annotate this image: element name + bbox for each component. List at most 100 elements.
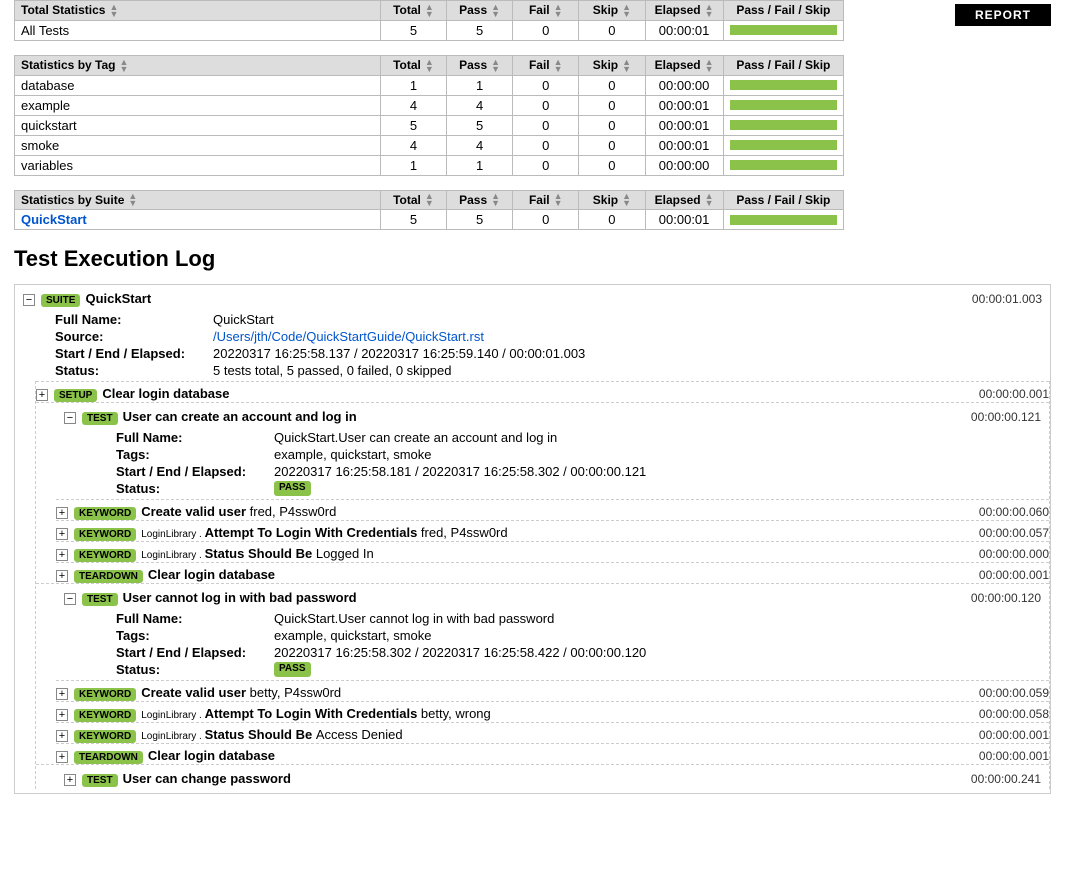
pass-bar — [730, 140, 837, 150]
keyword-time: 00:00:00.057 — [969, 526, 1049, 540]
meta-label: Full Name: — [116, 611, 274, 626]
col-pfs: Pass / Fail / Skip — [723, 1, 843, 21]
col-total[interactable]: Total▲▼ — [380, 190, 446, 210]
col-elapsed[interactable]: Elapsed▲▼ — [645, 190, 723, 210]
meta-label: Start / End / Elapsed: — [116, 464, 274, 479]
pass-bar — [730, 100, 837, 110]
expand-icon[interactable]: + — [56, 730, 68, 742]
source-link[interactable]: /Users/jth/Code/QuickStartGuide/QuickSta… — [213, 329, 484, 344]
test-badge: TEST — [82, 412, 118, 425]
keyword-name[interactable]: LoginLibrary . Attempt To Login With Cre… — [141, 706, 491, 721]
keyword-name[interactable]: LoginLibrary . Status Should Be Access D… — [141, 727, 402, 742]
pass-bar — [730, 120, 837, 130]
cell-graph — [723, 115, 843, 135]
cell-pass: 4 — [447, 95, 513, 115]
pass-bar — [730, 80, 837, 90]
keyword-badge: KEYWORD — [74, 507, 136, 520]
meta-value: example, quickstart, smoke — [274, 628, 432, 643]
total-statistics-table: Total Statistics▲▼ Total▲▼ Pass▲▼ Fail▲▼… — [14, 0, 844, 41]
keyword-time: 00:00:00.001 — [969, 728, 1049, 742]
col-skip[interactable]: Skip▲▼ — [579, 55, 645, 75]
setup-badge: SETUP — [54, 389, 97, 402]
collapse-icon[interactable]: − — [23, 294, 35, 306]
col-fail[interactable]: Fail▲▼ — [513, 55, 579, 75]
pass-bar — [730, 25, 837, 35]
suite-row: − SUITE QuickStart 00:00:01.003 — [15, 289, 1050, 309]
keyword-badge: KEYWORD — [74, 688, 136, 701]
sort-icon: ▲▼ — [554, 4, 563, 18]
col-label[interactable]: Total Statistics▲▼ — [15, 1, 381, 21]
cell-skip: 0 — [579, 20, 645, 40]
cell-fail: 0 — [513, 135, 579, 155]
toggle-icon[interactable]: − — [64, 412, 76, 424]
keyword-name[interactable]: Create valid user betty, P4ssw0rd — [141, 685, 341, 700]
suite-link[interactable]: QuickStart — [21, 212, 87, 227]
keyword-badge: KEYWORD — [74, 528, 136, 541]
toggle-icon[interactable]: + — [64, 774, 76, 786]
cell-elapsed: 00:00:01 — [645, 95, 723, 115]
col-pass[interactable]: Pass▲▼ — [447, 55, 513, 75]
col-elapsed[interactable]: Elapsed▲▼ — [645, 55, 723, 75]
expand-icon[interactable]: + — [56, 751, 68, 763]
suite-meta: Full Name:QuickStart Source:/Users/jth/C… — [15, 309, 1050, 381]
keyword-time: 00:00:00.060 — [969, 505, 1049, 519]
meta-value: 20220317 16:25:58.302 / 20220317 16:25:5… — [274, 645, 646, 660]
test-time: 00:00:00.121 — [961, 410, 1041, 424]
meta-value: QuickStart.User cannot log in with bad p… — [274, 611, 554, 626]
keyword-row: + TEARDOWN Clear login database 00:00:00… — [56, 743, 1049, 764]
col-total[interactable]: Total▲▼ — [380, 55, 446, 75]
col-label[interactable]: Statistics by Suite▲▼ — [15, 190, 381, 210]
expand-icon[interactable]: + — [56, 570, 68, 582]
test-meta: Full Name:QuickStart.User can create an … — [56, 427, 1049, 499]
col-label[interactable]: Statistics by Tag▲▼ — [15, 55, 381, 75]
col-total[interactable]: Total▲▼ — [380, 1, 446, 21]
report-button[interactable]: REPORT — [955, 4, 1051, 26]
cell-graph — [723, 135, 843, 155]
keyword-args: betty, wrong — [421, 706, 491, 721]
tag-statistics-table: Statistics by Tag▲▼ Total▲▼ Pass▲▼ Fail▲… — [14, 55, 844, 176]
col-pass[interactable]: Pass▲▼ — [447, 190, 513, 210]
expand-icon[interactable]: + — [56, 549, 68, 561]
keyword-name[interactable]: LoginLibrary . Status Should Be Logged I… — [141, 546, 373, 561]
col-fail[interactable]: Fail▲▼ — [513, 1, 579, 21]
test-time: 00:00:00.241 — [961, 772, 1041, 786]
cell-graph — [723, 210, 843, 230]
keyword-lib: LoginLibrary . — [141, 731, 204, 742]
cell-skip: 0 — [579, 155, 645, 175]
expand-icon[interactable]: + — [56, 528, 68, 540]
sort-icon: ▲▼ — [425, 4, 434, 18]
col-skip[interactable]: Skip▲▼ — [579, 190, 645, 210]
toggle-icon[interactable]: − — [64, 593, 76, 605]
expand-icon[interactable]: + — [56, 709, 68, 721]
keyword-time: 00:00:00.001 — [969, 568, 1049, 582]
keyword-row: + KEYWORD LoginLibrary . Status Should B… — [56, 541, 1049, 562]
keyword-row: + TEARDOWN Clear login database 00:00:00… — [56, 562, 1049, 583]
expand-icon[interactable]: + — [56, 507, 68, 519]
test-name[interactable]: User can change password — [123, 771, 291, 786]
keyword-name[interactable]: Clear login database — [148, 567, 275, 582]
sort-icon: ▲▼ — [425, 59, 434, 73]
col-elapsed[interactable]: Elapsed▲▼ — [645, 1, 723, 21]
test-name[interactable]: User cannot log in with bad password — [123, 590, 357, 605]
setup-name[interactable]: Clear login database — [102, 386, 229, 401]
expand-icon[interactable]: + — [56, 688, 68, 700]
keyword-name[interactable]: LoginLibrary . Attempt To Login With Cre… — [141, 525, 507, 540]
sort-icon: ▲▼ — [705, 59, 714, 73]
keyword-name[interactable]: Create valid user fred, P4ssw0rd — [141, 504, 336, 519]
sort-icon: ▲▼ — [491, 59, 500, 73]
col-pass[interactable]: Pass▲▼ — [447, 1, 513, 21]
test-block: + TEST User can change password 00:00:00… — [36, 764, 1049, 789]
col-fail[interactable]: Fail▲▼ — [513, 190, 579, 210]
col-skip[interactable]: Skip▲▼ — [579, 1, 645, 21]
keyword-badge: KEYWORD — [74, 730, 136, 743]
expand-icon[interactable]: + — [36, 389, 48, 401]
table-row: All Tests 5 5 0 0 00:00:01 — [15, 20, 844, 40]
sort-icon: ▲▼ — [491, 4, 500, 18]
suite-name[interactable]: QuickStart — [85, 291, 151, 306]
keyword-name[interactable]: Clear login database — [148, 748, 275, 763]
cell-total: 4 — [380, 95, 446, 115]
row-label: quickstart — [21, 118, 77, 133]
keyword-lib: LoginLibrary . — [141, 710, 204, 721]
test-name[interactable]: User can create an account and log in — [123, 409, 357, 424]
meta-label: Status: — [116, 662, 274, 677]
